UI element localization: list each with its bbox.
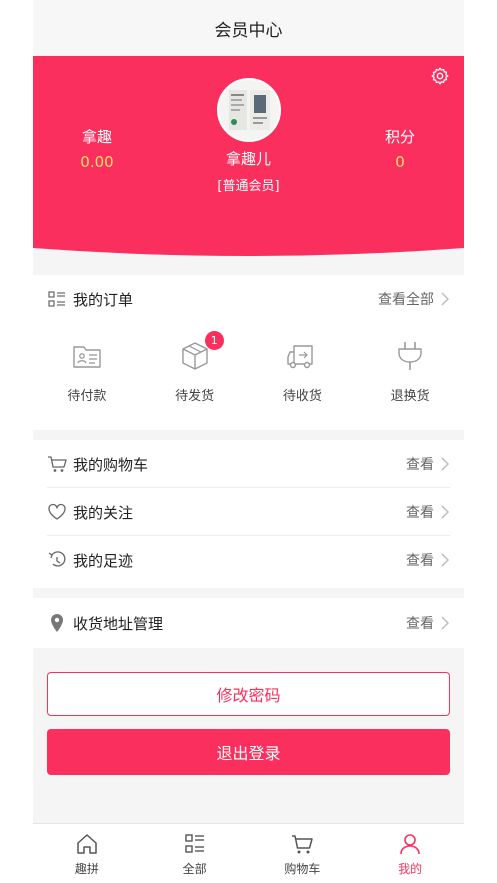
my-footprints-row[interactable]: 我的足迹 查看 bbox=[33, 536, 464, 584]
chevron-right-icon bbox=[441, 616, 449, 630]
truck-icon bbox=[287, 345, 314, 369]
address-management-row[interactable]: 收货地址管理 查看 bbox=[33, 598, 464, 648]
heart-icon bbox=[47, 502, 67, 522]
chevron-right-icon bbox=[441, 292, 449, 306]
avatar[interactable] bbox=[217, 78, 281, 142]
user-icon bbox=[400, 834, 420, 855]
tab-all[interactable]: 全部 bbox=[141, 824, 249, 883]
home-icon bbox=[77, 834, 97, 854]
view-address-link[interactable]: 查看 bbox=[406, 613, 434, 633]
return-plug-icon bbox=[398, 342, 422, 370]
order-returns[interactable]: 退换货 bbox=[356, 323, 464, 423]
links-section: 我的购物车 查看 我的关注 查看 我的足迹 查看 bbox=[33, 440, 464, 588]
pending-payment-icon bbox=[73, 346, 101, 368]
view-cart-link[interactable]: 查看 bbox=[406, 454, 434, 474]
top-bar: 会员中心 bbox=[33, 0, 464, 56]
address-section: 收货地址管理 查看 bbox=[33, 598, 464, 648]
location-pin-icon bbox=[47, 613, 67, 633]
points-stat[interactable]: 积分 0 bbox=[340, 126, 460, 171]
tab-cart-label: 购物车 bbox=[284, 862, 321, 876]
change-password-button[interactable]: 修改密码 bbox=[47, 672, 450, 716]
member-center-page: 会员中心 拿趣 0.00 拿趣儿 [普通会员] 积分 0 我的订单 查看全部 待… bbox=[33, 0, 464, 883]
avatar-image bbox=[219, 80, 279, 140]
bottom-tab-bar: 趣拼 全部 购物车 我的 bbox=[33, 823, 464, 883]
tab-mine-label: 我的 bbox=[398, 862, 423, 876]
order-pending-receipt-label: 待收货 bbox=[282, 389, 322, 404]
order-status-grid: 待付款 1 待发货 待收货 退换货 bbox=[33, 323, 464, 423]
tab-mine[interactable]: 我的 bbox=[356, 824, 464, 883]
order-pending-payment[interactable]: 待付款 bbox=[33, 323, 141, 423]
tab-home-label: 趣拼 bbox=[74, 862, 99, 876]
balance-label: 拿趣 bbox=[81, 128, 112, 146]
list-icon bbox=[184, 834, 204, 853]
view-all-orders-link[interactable]: 查看全部 bbox=[378, 289, 434, 309]
list-icon bbox=[47, 289, 67, 309]
address-management-label: 收货地址管理 bbox=[73, 614, 164, 633]
view-follows-link[interactable]: 查看 bbox=[406, 502, 434, 522]
my-footprints-label: 我的足迹 bbox=[73, 551, 134, 570]
account-actions: 修改密码 退出登录 bbox=[33, 648, 464, 823]
chevron-right-icon bbox=[441, 553, 449, 567]
profile-banner: 拿趣 0.00 拿趣儿 [普通会员] 积分 0 bbox=[33, 56, 464, 256]
order-pending-shipment-label: 待发货 bbox=[175, 389, 215, 404]
order-pending-receipt[interactable]: 待收货 bbox=[249, 323, 357, 423]
tab-cart[interactable]: 购物车 bbox=[249, 824, 357, 883]
member-level: [普通会员] bbox=[217, 179, 280, 194]
page-title: 会员中心 bbox=[214, 20, 283, 41]
orders-section: 我的订单 查看全部 待付款 1 待发货 待收货 退换货 bbox=[33, 275, 464, 430]
points-label: 积分 bbox=[384, 128, 415, 146]
chevron-right-icon bbox=[441, 457, 449, 471]
my-orders-row[interactable]: 我的订单 查看全部 bbox=[33, 275, 464, 323]
my-follows-label: 我的关注 bbox=[73, 503, 134, 522]
view-footprints-link[interactable]: 查看 bbox=[406, 550, 434, 570]
cart-icon bbox=[292, 835, 314, 854]
chevron-right-icon bbox=[441, 505, 449, 519]
footprint-icon bbox=[47, 550, 67, 570]
logout-button[interactable]: 退出登录 bbox=[47, 729, 450, 775]
tab-home[interactable]: 趣拼 bbox=[33, 824, 141, 883]
my-cart-label: 我的购物车 bbox=[73, 455, 149, 474]
order-pending-shipment[interactable]: 1 待发货 bbox=[141, 323, 249, 423]
my-orders-label: 我的订单 bbox=[73, 290, 134, 309]
order-returns-label: 退换货 bbox=[390, 389, 430, 404]
cart-icon bbox=[47, 454, 67, 474]
pending-shipment-badge: 1 bbox=[204, 331, 224, 350]
my-follows-row[interactable]: 我的关注 查看 bbox=[33, 488, 464, 536]
my-cart-row[interactable]: 我的购物车 查看 bbox=[33, 440, 464, 488]
tab-all-label: 全部 bbox=[182, 862, 207, 876]
points-value: 0 bbox=[395, 153, 405, 171]
order-pending-payment-label: 待付款 bbox=[67, 389, 107, 404]
gear-icon[interactable] bbox=[430, 66, 450, 86]
